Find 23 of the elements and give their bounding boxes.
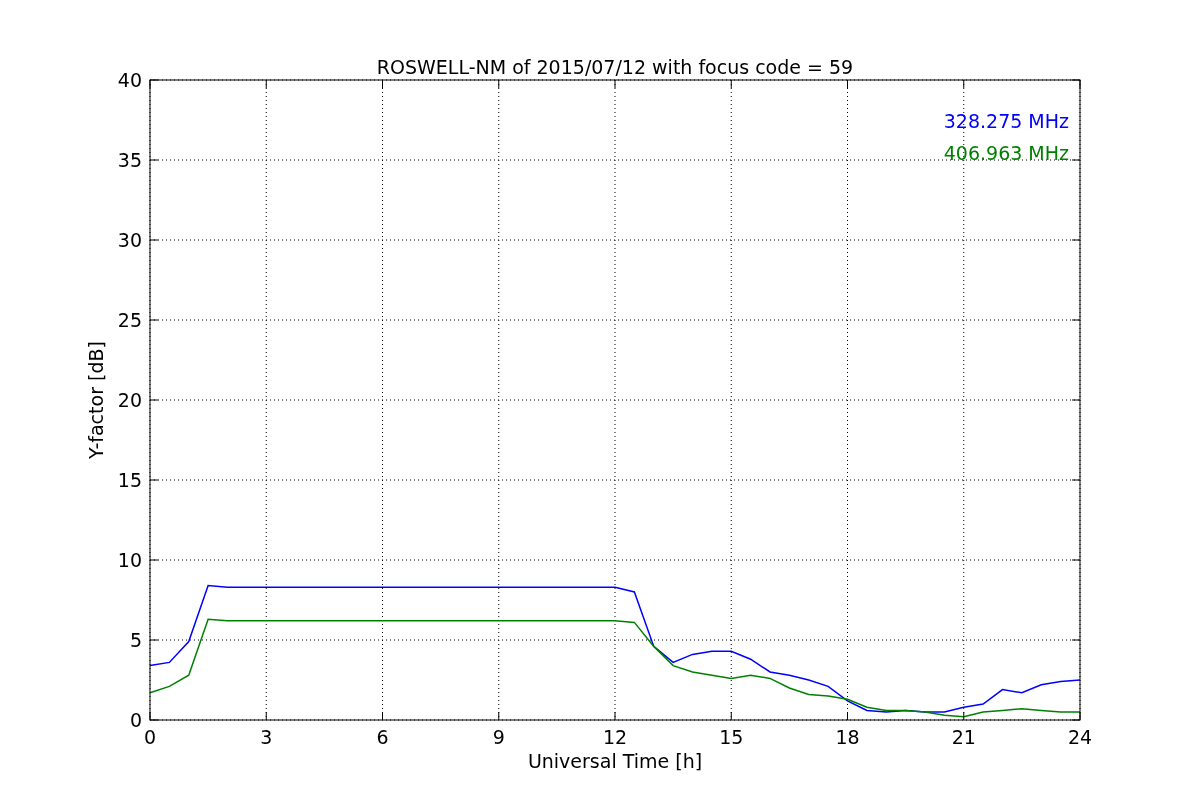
x-tick-label: 18	[835, 726, 860, 748]
x-tick-label: 6	[376, 726, 389, 748]
x-tick-label: 9	[492, 726, 505, 748]
y-tick-label: 15	[117, 469, 142, 491]
legend-label: 328.275 MHz	[943, 110, 1069, 132]
y-tick-label: 0	[129, 709, 142, 731]
y-tick-label: 20	[117, 389, 142, 411]
x-tick-label: 24	[1067, 726, 1093, 748]
y-tick-label: 35	[117, 149, 142, 171]
y-axis-label: Y-factor [dB]	[85, 341, 107, 459]
y-tick-label: 10	[117, 549, 142, 571]
x-tick-label: 12	[602, 726, 628, 748]
x-tick-label: 21	[951, 726, 976, 748]
y-tick-label: 5	[129, 629, 142, 651]
y-tick-label: 25	[117, 309, 142, 331]
x-tick-label: 0	[143, 726, 157, 748]
x-tick-label: 15	[719, 726, 744, 748]
y-tick-label: 40	[117, 69, 142, 91]
chart-title: ROSWELL-NM of 2015/07/12 with focus code = 59	[376, 56, 854, 78]
legend-label: 406.963 MHz	[943, 142, 1069, 164]
x-axis-label: Universal Time [h]	[527, 750, 703, 772]
x-tick-label: 3	[260, 726, 273, 748]
y-tick-label: 30	[117, 229, 142, 251]
